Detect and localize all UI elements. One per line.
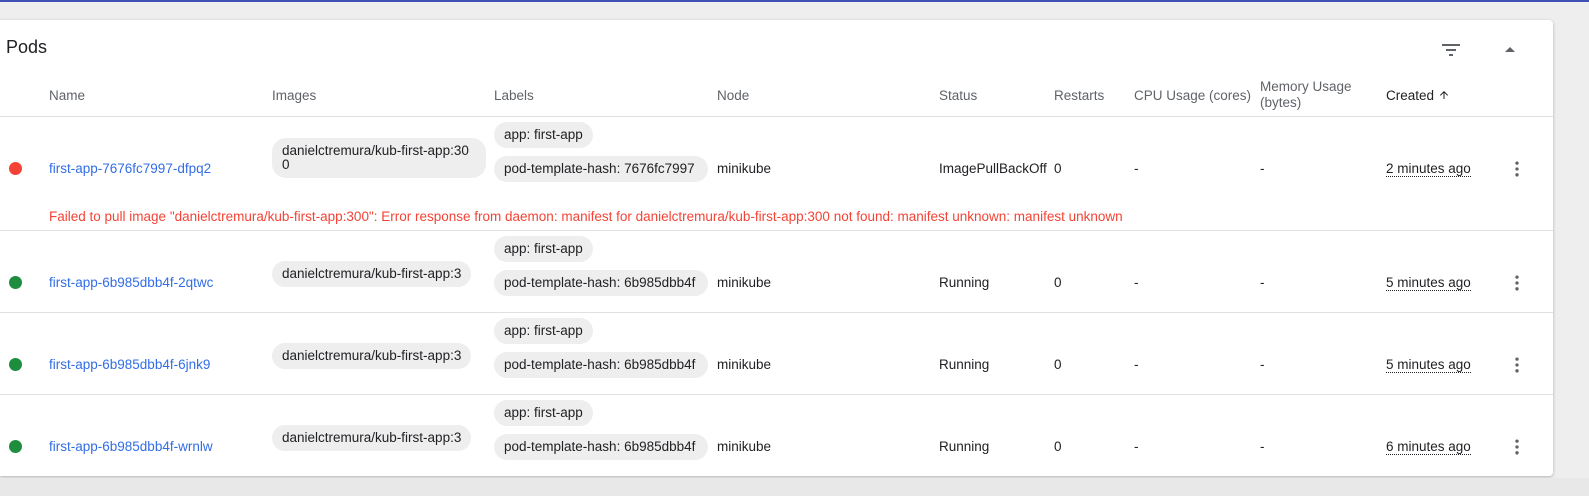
more-vert-icon[interactable] bbox=[1507, 159, 1527, 179]
status-value: ImagePullBackOff bbox=[939, 161, 1047, 176]
memory-usage-value: - bbox=[1260, 275, 1265, 290]
status-indicator-icon bbox=[9, 276, 22, 289]
table-row[interactable]: first-app-7676fc7997-dfpq2 danielctremur… bbox=[0, 116, 1553, 231]
node-value: minikube bbox=[717, 161, 772, 176]
memory-usage-value: - bbox=[1260, 439, 1265, 454]
memory-usage-value: - bbox=[1260, 161, 1265, 176]
table-row[interactable]: first-app-6b985dbb4f-6jnk9 danielctremur… bbox=[0, 312, 1553, 395]
created-time: 5 minutes ago bbox=[1386, 357, 1471, 373]
memory-header-line2: (bytes) bbox=[1260, 95, 1302, 110]
pod-name-link[interactable]: first-app-6b985dbb4f-2qtwc bbox=[49, 275, 213, 291]
cpu-usage-value: - bbox=[1134, 275, 1139, 290]
restarts-value: 0 bbox=[1054, 357, 1062, 372]
column-header-created[interactable]: Created bbox=[1386, 88, 1450, 104]
card-title: Pods bbox=[6, 37, 48, 57]
column-header-restarts[interactable]: Restarts bbox=[1054, 88, 1104, 104]
image-chip: danielctremura/kub-first-app:3 bbox=[272, 261, 472, 287]
image-chip: danielctremura/kub-first-app:3 bbox=[272, 343, 472, 369]
restarts-value: 0 bbox=[1054, 275, 1062, 290]
label-chip-pod-template-hash: pod-template-hash: 6b985dbb4f bbox=[494, 352, 708, 378]
status-indicator-icon bbox=[9, 358, 22, 371]
status-value: Running bbox=[939, 439, 990, 454]
created-value[interactable]: 6 minutes ago bbox=[1386, 439, 1471, 455]
column-header-images: Images bbox=[272, 88, 317, 103]
created-time: 6 minutes ago bbox=[1386, 439, 1471, 455]
filter-list-icon[interactable] bbox=[1439, 38, 1463, 62]
cpu-usage-value: - bbox=[1134, 439, 1139, 454]
pod-name-link[interactable]: first-app-6b985dbb4f-6jnk9 bbox=[49, 357, 210, 373]
table-header: Name Images Labels Node Status Restarts … bbox=[0, 74, 1553, 117]
label-chip-pod-template-hash: pod-template-hash: 7676fc7997 bbox=[494, 156, 708, 182]
more-vert-icon[interactable] bbox=[1507, 355, 1527, 375]
image-chip: danielctremura/kub-first-app:3 bbox=[272, 425, 472, 451]
top-accent-line bbox=[0, 0, 1589, 2]
more-vert-icon[interactable] bbox=[1507, 273, 1527, 293]
restarts-value: 0 bbox=[1054, 439, 1062, 454]
node-value: minikube bbox=[717, 439, 772, 454]
created-value[interactable]: 5 minutes ago bbox=[1386, 357, 1471, 373]
created-value[interactable]: 5 minutes ago bbox=[1386, 275, 1471, 291]
status-value: Running bbox=[939, 275, 990, 290]
status-indicator-icon bbox=[9, 162, 22, 175]
status-value: Running bbox=[939, 357, 990, 372]
column-header-labels: Labels bbox=[494, 88, 534, 103]
label-chip-app: app: first-app bbox=[494, 236, 593, 262]
column-header-name[interactable]: Name bbox=[49, 88, 85, 104]
node-value: minikube bbox=[717, 275, 772, 290]
pods-card: Pods Name Images Labels Node Status Rest… bbox=[0, 20, 1553, 476]
node-value: minikube bbox=[717, 357, 772, 372]
status-indicator-icon bbox=[9, 440, 22, 453]
column-header-status[interactable]: Status bbox=[939, 88, 977, 104]
created-time: 5 minutes ago bbox=[1386, 275, 1471, 291]
column-header-memory[interactable]: Memory Usage (bytes) bbox=[1260, 79, 1352, 111]
label-chip-pod-template-hash: pod-template-hash: 6b985dbb4f bbox=[494, 434, 708, 460]
arrow-drop-up-icon[interactable] bbox=[1498, 38, 1522, 62]
label-chip-app: app: first-app bbox=[494, 318, 593, 344]
created-header-label: Created bbox=[1386, 88, 1435, 103]
label-chip-app: app: first-app bbox=[494, 122, 593, 148]
page-bottom-background bbox=[0, 478, 1589, 496]
cpu-usage-value: - bbox=[1134, 357, 1139, 372]
memory-usage-value: - bbox=[1260, 357, 1265, 372]
created-value[interactable]: 2 minutes ago bbox=[1386, 161, 1471, 177]
column-header-cpu[interactable]: CPU Usage (cores) bbox=[1134, 88, 1251, 104]
pod-name-link[interactable]: first-app-7676fc7997-dfpq2 bbox=[49, 161, 211, 177]
cpu-usage-value: - bbox=[1134, 161, 1139, 176]
table-row[interactable]: first-app-6b985dbb4f-2qtwc danielctremur… bbox=[0, 230, 1553, 313]
label-chip-app: app: first-app bbox=[494, 400, 593, 426]
image-chip: danielctremura/kub-first-app:300 bbox=[272, 138, 486, 178]
column-header-node[interactable]: Node bbox=[717, 88, 749, 104]
more-vert-icon[interactable] bbox=[1507, 437, 1527, 457]
table-row[interactable]: first-app-6b985dbb4f-wrnlw danielctremur… bbox=[0, 394, 1553, 476]
memory-header-line1: Memory Usage bbox=[1260, 79, 1352, 94]
pod-name-link[interactable]: first-app-6b985dbb4f-wrnlw bbox=[49, 439, 213, 455]
restarts-value: 0 bbox=[1054, 161, 1062, 176]
label-chip-pod-template-hash: pod-template-hash: 6b985dbb4f bbox=[494, 270, 708, 296]
pod-error-message: Failed to pull image "danielctremura/kub… bbox=[49, 209, 1123, 224]
created-time: 2 minutes ago bbox=[1386, 161, 1471, 177]
arrow-upward-icon bbox=[1438, 89, 1450, 101]
